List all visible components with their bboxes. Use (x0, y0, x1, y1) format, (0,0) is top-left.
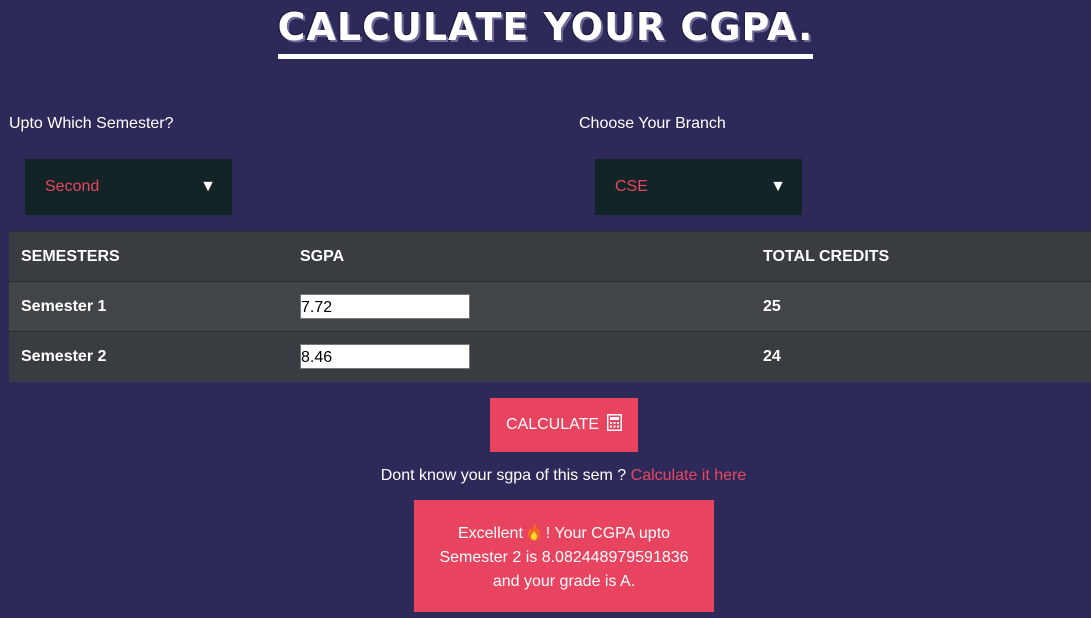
calculator-icon (607, 414, 623, 436)
branch-select-label: Choose Your Branch (579, 115, 726, 132)
fire-icon (527, 523, 541, 541)
semester-table: SEMESTERS SGPA TOTAL CREDITS Semester 1 … (9, 231, 1091, 382)
dropdown-arrow-icon: ▼ (770, 178, 786, 195)
calculate-button-label: CALCULATE (505, 416, 600, 433)
page-title: CALCULATE YOUR CGPA. (277, 6, 814, 59)
result-line-1: Excellent ! Your CGPA upto (428, 522, 700, 546)
table-row: Semester 2 24 (9, 331, 1091, 382)
hint-text: Dont know your sgpa of this sem ? (380, 467, 627, 484)
sgpa-cell (288, 332, 751, 382)
semester-select-label: Upto Which Semester? (9, 115, 174, 132)
sgpa-input-semester-1[interactable] (300, 294, 470, 319)
semester-name: Semester 2 (21, 347, 107, 365)
sgpa-cell (288, 282, 751, 332)
calculate-button[interactable]: CALCULATE (490, 398, 638, 452)
header-semesters: SEMESTERS (21, 247, 120, 265)
semester-select-value: Second (45, 178, 100, 195)
result-line-3: and your grade is A. (492, 573, 636, 590)
table-header-row: SEMESTERS SGPA TOTAL CREDITS (9, 231, 1091, 282)
header-sgpa: SGPA (300, 247, 345, 265)
table-row: Semester 1 25 (9, 281, 1091, 332)
header-total-credits: TOTAL CREDITS (763, 247, 890, 265)
credits-value: 24 (763, 347, 781, 365)
page-header: CALCULATE YOUR CGPA. (0, 6, 1091, 59)
sgpa-input-semester-2[interactable] (300, 344, 470, 370)
result-line-2: Semester 2 is 8.082448979591836 (439, 549, 689, 566)
result-message: Excellent ! Your CGPA upto Semester 2 is… (414, 500, 714, 612)
sgpa-hint: Dont know your sgpa of this sem ? Calcul… (0, 467, 1091, 485)
result-line-1-suffix: ! Your CGPA upto (545, 525, 671, 542)
dropdown-arrow-icon: ▼ (200, 178, 216, 195)
credits-value: 25 (763, 297, 781, 315)
calculate-sgpa-link[interactable]: Calculate it here (631, 467, 747, 484)
semester-select[interactable]: Second ▼ (25, 159, 232, 215)
semester-name: Semester 1 (21, 297, 107, 315)
branch-select-value: CSE (615, 178, 648, 195)
result-prefix: Excellent (457, 525, 523, 542)
branch-select[interactable]: CSE ▼ (595, 159, 802, 215)
